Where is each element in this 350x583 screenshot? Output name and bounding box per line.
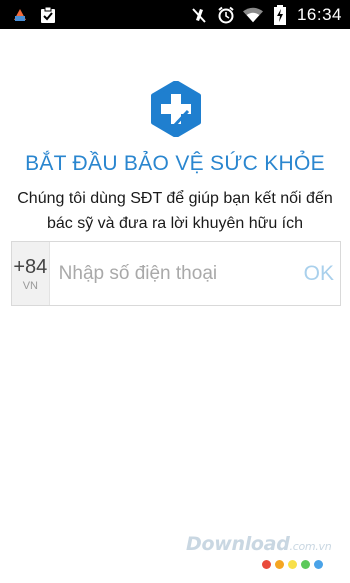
ok-button[interactable]: OK [304, 242, 340, 305]
country-code-selector[interactable]: +84 VN [12, 242, 50, 305]
subtitle-line-2: bác sỹ và đưa ra lời khuyên hữu ích [46, 215, 304, 232]
watermark-dot [301, 560, 310, 569]
watermark-dot [275, 560, 284, 569]
medical-cross-icon [148, 80, 204, 138]
watermark-dots [262, 560, 323, 569]
watermark-dot [314, 560, 323, 569]
watermark-suffix: .com.vn [289, 540, 332, 553]
phone-entry-row: +84 VN OK [11, 241, 341, 306]
clipboard-check-icon [38, 5, 58, 25]
phone-number-input[interactable] [49, 242, 304, 305]
battery-charging-icon [270, 4, 290, 25]
watermark-dot [262, 560, 271, 569]
wifi-icon [242, 5, 263, 25]
clock-time: 16:34 [296, 4, 342, 24]
watermark-logo: Download.com.vn [186, 533, 332, 555]
watermark-text: Download [186, 533, 290, 555]
mute-icon [189, 5, 209, 25]
page-title: BẮT ĐẦU BẢO VỆ SỨC KHỎE [25, 152, 325, 175]
app-bug-icon [10, 5, 30, 25]
page-subtitle: Chúng tôi dùng SĐT để giúp bạn kết nối đ… [0, 186, 350, 236]
status-bar: 16:34 [0, 0, 350, 29]
country-code: +84 [13, 255, 48, 278]
country-label: VN [22, 279, 38, 292]
subtitle-line-1: Chúng tôi dùng SĐT để giúp bạn kết nối đ… [17, 190, 333, 207]
watermark-dot [288, 560, 297, 569]
alarm-icon [216, 5, 236, 25]
